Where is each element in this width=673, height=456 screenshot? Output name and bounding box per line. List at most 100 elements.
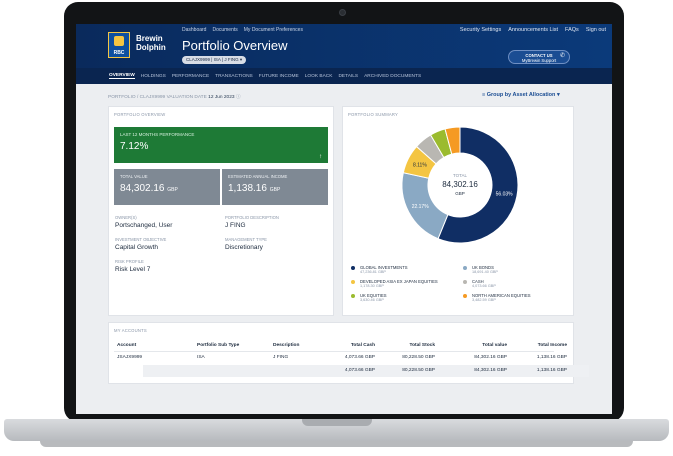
description-info: PORTFOLIO DESCRIPTION J FING xyxy=(225,215,325,229)
col-subtype[interactable]: Portfolio Sub Type xyxy=(197,343,239,348)
description-value: J FING xyxy=(225,222,246,229)
total-value-card: TOTAL VALUE 84,302.16 GBP xyxy=(114,169,220,205)
account-selector[interactable]: CLAJX9999 | ISA | J FING ▾ xyxy=(182,56,247,64)
portfolio-summary-panel: PORTFOLIO SUMMARY 56.03% 22.17% 8.11% TOTAL… xyxy=(342,106,574,316)
tab-details[interactable]: DETAILS xyxy=(338,74,358,79)
total-income-sum: 1,138.16 GBP xyxy=(536,368,567,373)
performance-card[interactable]: LAST 12 MONTHS PERFORMANCE 7.12% ↑ xyxy=(114,127,328,163)
total-value-currency: GBP xyxy=(167,187,178,193)
cell-account[interactable]: JSAJX9999 xyxy=(117,355,142,360)
link-sign-out[interactable]: Sign out xyxy=(586,27,606,33)
tab-holdings[interactable]: HOLDINGS xyxy=(141,74,166,79)
cell-description: J FING xyxy=(273,355,289,360)
app-header: RBC Brewin Dolphin Dashboard Documents M… xyxy=(76,24,612,68)
objective-info: INVESTMENT OBJECTIVE Capital Growth xyxy=(115,237,215,251)
cell-total-stock: 80,228.50 GBP xyxy=(402,355,435,360)
tab-future-income[interactable]: FUTURE INCOME xyxy=(259,74,299,79)
management-info: MANAGEMENT TYPE Discretionary xyxy=(225,237,325,251)
panel-label: PORTFOLIO SUMMARY xyxy=(348,112,399,117)
tab-archived-documents[interactable]: ARCHIVED DOCUMENTS xyxy=(364,74,421,79)
breadcrumb-text: PORTFOLIO / CLAJX9999 VALUATION DATE xyxy=(108,95,207,100)
legend-swatch xyxy=(351,294,355,298)
total-value-sum: 84,302.16 GBP xyxy=(474,368,507,373)
link-faqs[interactable]: FAQs xyxy=(565,27,579,33)
annual-income-value: 1,138.16 GBP xyxy=(228,183,280,194)
portfolio-overview-panel: PORTFOLIO OVERVIEW LAST 12 MONTHS PERFOR… xyxy=(108,106,334,316)
tab-transactions[interactable]: TRANSACTIONS xyxy=(215,74,253,79)
legend-amount: 4,073.66 GBP xyxy=(472,284,496,288)
tab-performance[interactable]: PERFORMANCE xyxy=(172,74,209,79)
contact-us-button[interactable]: CONTACT US MyBrewin Support ✆ xyxy=(508,50,570,64)
tab-look-back[interactable]: LOOK BACK xyxy=(305,74,333,79)
total-stock: 80,228.50 GBP xyxy=(402,368,435,373)
col-total-income[interactable]: Total Income xyxy=(538,343,567,348)
total-value-amount: 84,302.16 xyxy=(120,183,165,194)
col-account[interactable]: Account xyxy=(117,343,136,348)
owners-info: OWNER(S) Portschanged, User xyxy=(115,215,215,229)
legend-amount: 1,178.30 GBP xyxy=(360,284,384,288)
slice-percent-label: 8.11% xyxy=(413,163,427,169)
allocation-donut-chart[interactable]: 56.03% 22.17% 8.11% TOTAL 84,302.16 GBP xyxy=(396,121,524,249)
risk-label: RISK PROFILE xyxy=(115,259,144,264)
total-cash: 4,073.66 GBP xyxy=(344,368,375,373)
tab-overview[interactable]: OVERVIEW xyxy=(109,73,135,79)
logo-text: RBC xyxy=(113,50,125,56)
link-announcements[interactable]: Announcements List xyxy=(508,27,558,33)
management-label: MANAGEMENT TYPE xyxy=(225,237,267,242)
page-title: Portfolio Overview xyxy=(182,38,288,53)
legend-swatch xyxy=(463,294,467,298)
total-value: 84,302.16 GBP xyxy=(120,183,178,194)
top-links: Dashboard Documents My Document Preferen… xyxy=(182,27,303,33)
legend-amount: 3,482.59 GBP xyxy=(472,298,496,302)
chevron-down-icon: ▾ xyxy=(239,57,243,62)
owners-value: Portschanged, User xyxy=(115,222,173,229)
link-dashboard[interactable]: Dashboard xyxy=(182,27,206,33)
col-total-stock[interactable]: Total Stock xyxy=(410,343,436,348)
laptop-shadow xyxy=(40,441,633,447)
brand-line2: Dolphin xyxy=(136,43,166,52)
app-screen: RBC Brewin Dolphin Dashboard Documents M… xyxy=(76,24,612,414)
donut-center-currency: GBP xyxy=(455,191,465,196)
cell-total-value: 84,302.16 GBP xyxy=(474,355,507,360)
filter-icon: ≡ xyxy=(482,92,486,98)
objective-value: Capital Growth xyxy=(115,244,158,251)
description-label: PORTFOLIO DESCRIPTION xyxy=(225,215,279,220)
owners-label: OWNER(S) xyxy=(115,215,137,220)
col-total-cash[interactable]: Total Cash xyxy=(351,343,375,348)
laptop-frame: RBC Brewin Dolphin Dashboard Documents M… xyxy=(0,0,673,456)
annual-income-label: ESTIMATED ANNUAL INCOME xyxy=(228,174,288,179)
cell-total-cash: 4,073.66 GBP xyxy=(344,355,375,360)
legend-swatch xyxy=(351,266,355,270)
link-doc-preferences[interactable]: My Document Preferences xyxy=(244,27,303,33)
total-value-label: TOTAL VALUE xyxy=(120,174,148,179)
group-by-dropdown[interactable]: ≡ Group by Asset Allocation ▾ xyxy=(482,92,560,98)
col-total-value[interactable]: Total value xyxy=(482,343,507,348)
management-value: Discretionary xyxy=(225,244,263,251)
brand-line1: Brewin xyxy=(136,34,163,43)
panel-label: MY ACCOUNTS xyxy=(114,328,147,333)
slice-percent-label: 22.17% xyxy=(412,204,430,210)
annual-income-card: ESTIMATED ANNUAL INCOME 1,138.16 GBP xyxy=(222,169,328,205)
my-accounts-panel: MY ACCOUNTS Account Portfolio Sub Type D… xyxy=(108,322,589,384)
slice-percent-label: 56.03% xyxy=(496,192,514,198)
chevron-down-icon: ▾ xyxy=(556,92,560,98)
header-right-links: Security Settings Announcements List FAQ… xyxy=(460,27,606,33)
risk-value: Risk Level 7 xyxy=(115,266,151,273)
cell-total-income: 1,138.16 GBP xyxy=(536,355,567,360)
section-nav: OVERVIEW HOLDINGS PERFORMANCE TRANSACTIO… xyxy=(76,68,612,84)
objective-label: INVESTMENT OBJECTIVE xyxy=(115,237,167,242)
performance-value: 7.12% xyxy=(120,141,149,152)
group-by-label: Group by Asset Allocation xyxy=(486,92,556,98)
header-divider xyxy=(114,351,554,352)
phone-icon: ✆ xyxy=(559,53,565,59)
legend-amount: 3,630.46 GBP xyxy=(360,298,384,302)
annual-income-currency: GBP xyxy=(269,187,281,193)
col-description[interactable]: Description xyxy=(273,343,299,348)
link-security-settings[interactable]: Security Settings xyxy=(460,27,501,33)
link-documents[interactable]: Documents xyxy=(212,27,237,33)
rbc-logo[interactable]: RBC xyxy=(108,32,130,58)
valuation-date: 12 Jun 2023 xyxy=(208,95,235,100)
legend-amount: 47,236.81 GBP xyxy=(360,270,386,274)
info-icon[interactable]: ⓘ xyxy=(236,95,241,100)
brand-name: Brewin Dolphin xyxy=(136,34,166,52)
